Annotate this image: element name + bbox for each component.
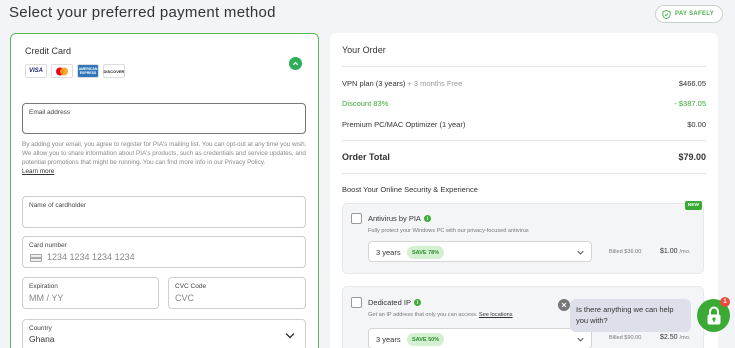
antivirus-price-value: $1.00 [660, 248, 678, 255]
email-field[interactable]: Email address [22, 103, 306, 134]
cardholder-name-field[interactable]: Name of cardholder [22, 196, 306, 228]
card-number-placeholder: 1234 1234 1234 1234 [47, 252, 135, 262]
shield-icon [662, 9, 671, 19]
email-label: Email address [29, 109, 71, 116]
lock-icon [707, 305, 720, 324]
credit-card-title: Credit Card [25, 46, 72, 56]
antivirus-save-badge: SAVE 78% [407, 246, 445, 259]
page-title: Select your preferred payment method [9, 4, 276, 21]
dedicated-ip-save-badge: SAVE 50% [407, 333, 445, 346]
addon-antivirus: NEW Antivirus by PIA i Fully protect you… [342, 201, 704, 274]
vpn-plan-amount: $466.05 [678, 79, 706, 88]
close-icon [561, 302, 567, 308]
antivirus-term-select[interactable]: 3 years SAVE 78% [368, 241, 592, 262]
credit-card-icon [30, 254, 42, 262]
visa-logo: VISA [25, 64, 47, 78]
new-badge: NEW [684, 201, 702, 210]
dedicated-ip-term-select[interactable]: 3 years SAVE 50% [368, 328, 592, 348]
order-total: Order Total $79.00 [342, 152, 706, 162]
card-number-field[interactable]: Card number 1234 1234 1234 1234 [22, 236, 306, 268]
pay-safely-badge: PAY SAFELY [655, 5, 724, 23]
discover-logo: DISCOVER [103, 64, 125, 78]
dedicated-ip-term: 3 years [376, 335, 401, 344]
antivirus-term: 3 years [376, 248, 401, 257]
vpn-plan-label: VPN plan (3 years) [342, 79, 406, 88]
cvc-field[interactable]: CVC Code CVC [168, 277, 306, 309]
optimizer-label: Premium PC/MAC Optimizer (1 year) [342, 120, 466, 129]
expiration-field[interactable]: Expiration MM / YY [22, 277, 159, 309]
order-total-label: Order Total [342, 152, 390, 162]
expiration-label: Expiration [29, 283, 58, 290]
mastercard-logo [51, 64, 73, 78]
antivirus-price: $1.00 /mo. [660, 248, 690, 255]
chevron-up-icon [292, 61, 299, 66]
credit-card-panel: Credit Card VISA AMERICAN EXPRESS DISCOV… [10, 33, 319, 348]
pay-safely-label: PAY SAFELY [675, 11, 715, 17]
country-select[interactable]: Country Ghana [22, 319, 306, 348]
dedicated-ip-name: Dedicated IP i [368, 298, 421, 307]
expiration-placeholder: MM / YY [29, 293, 64, 303]
chevron-down-icon [285, 333, 295, 339]
cardholder-label: Name of cardholder [29, 202, 87, 209]
notification-badge: 1 [720, 297, 730, 307]
optimizer-amount: $0.00 [687, 120, 706, 129]
consent-text: By adding your email, you agree to regis… [22, 141, 307, 166]
email-consent-text: By adding your email, you agree to regis… [22, 140, 308, 176]
chat-bubble[interactable]: Is there anything we can help you with? [570, 299, 691, 332]
antivirus-price-unit: /mo. [679, 249, 691, 255]
order-line-discount: Discount 83% - $387.05 [342, 99, 706, 108]
collapse-button[interactable] [289, 57, 302, 70]
antivirus-name: Antivirus by PIA i [368, 214, 431, 223]
divider [342, 140, 706, 141]
antivirus-title: Antivirus by PIA [368, 214, 421, 223]
discount-amount: - $387.05 [674, 99, 706, 108]
amex-logo: AMERICAN EXPRESS [77, 64, 99, 78]
divider [342, 173, 706, 174]
chevron-down-icon [577, 250, 584, 255]
boost-title: Boost Your Online Security & Experience [342, 185, 478, 194]
antivirus-billed: Billed $36.00 [609, 249, 642, 255]
info-icon[interactable]: i [413, 299, 421, 306]
dedicated-ip-desc-text: Get an IP address that only you can acce… [368, 312, 479, 318]
dedicated-ip-description: Get an IP address that only you can acce… [368, 312, 513, 318]
dedicated-ip-title: Dedicated IP [368, 298, 411, 307]
order-line-vpn: VPN plan (3 years) + 3 months Free $466.… [342, 79, 706, 88]
dedicated-ip-price-value: $2.50 [660, 334, 678, 341]
dedicated-ip-billed: Billed $90.00 [609, 335, 642, 341]
learn-more-link[interactable]: Learn more [22, 167, 308, 176]
country-label: Country [29, 325, 52, 332]
card-number-label: Card number [29, 242, 67, 249]
order-title: Your Order [342, 45, 386, 55]
chat-close-button[interactable] [558, 299, 570, 311]
order-line-optimizer: Premium PC/MAC Optimizer (1 year) $0.00 [342, 120, 706, 129]
cvc-label: CVC Code [175, 283, 207, 290]
country-value: Ghana [29, 334, 55, 344]
cvc-placeholder: CVC [175, 293, 195, 303]
antivirus-description: Fully protect your Windows PC with our p… [368, 228, 529, 234]
discount-label: Discount 83% [342, 99, 389, 108]
card-logos: VISA AMERICAN EXPRESS DISCOVER [25, 64, 125, 78]
see-locations-link[interactable]: See locations [479, 312, 513, 318]
divider [342, 66, 706, 67]
dedicated-ip-price: $2.50 /mo. [660, 334, 690, 341]
chevron-down-icon [577, 337, 584, 342]
order-total-amount: $79.00 [678, 152, 706, 162]
antivirus-checkbox[interactable] [351, 213, 362, 224]
dedicated-ip-price-unit: /mo. [679, 335, 691, 341]
vpn-plan-bonus: + 3 months Free [405, 79, 463, 88]
dedicated-ip-checkbox[interactable] [351, 297, 362, 308]
info-icon[interactable]: i [423, 215, 431, 222]
